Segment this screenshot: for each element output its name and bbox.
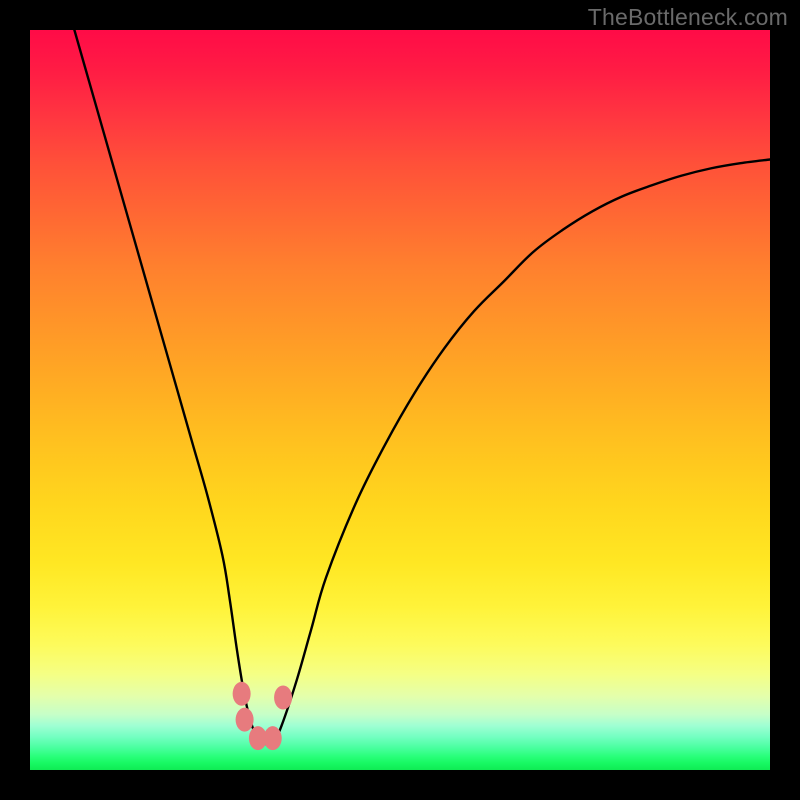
watermark-text: TheBottleneck.com xyxy=(588,4,788,31)
curve-markers xyxy=(233,682,292,750)
curve-marker xyxy=(264,726,282,750)
curve-marker xyxy=(233,682,251,706)
chart-frame: TheBottleneck.com xyxy=(0,0,800,800)
plot-area xyxy=(30,30,770,770)
bottleneck-curve xyxy=(74,30,770,744)
curve-marker xyxy=(236,708,254,732)
curve-marker xyxy=(274,685,292,709)
chart-svg xyxy=(30,30,770,770)
